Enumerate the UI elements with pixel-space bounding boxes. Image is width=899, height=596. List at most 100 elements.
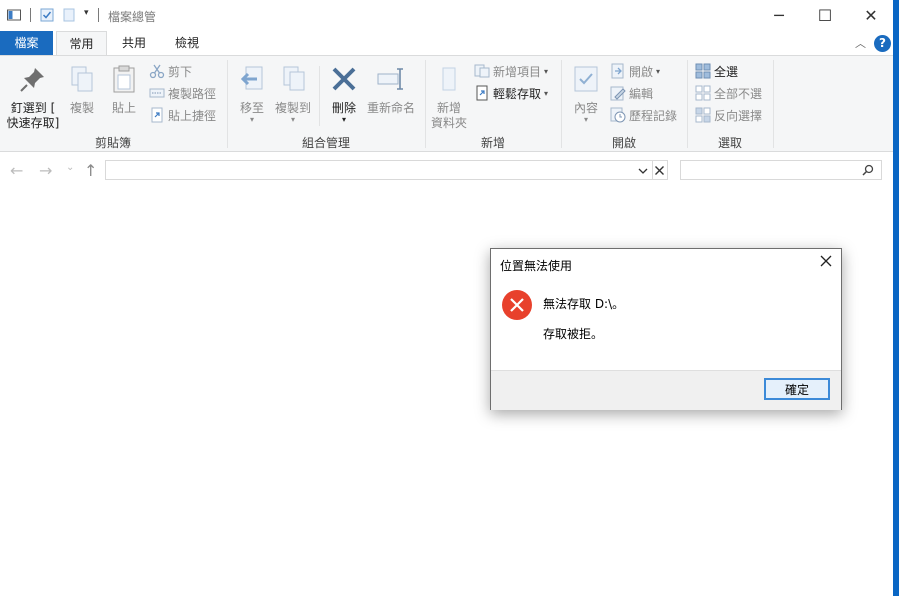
dialog-title: 位置無法使用 bbox=[500, 259, 573, 273]
cut-button[interactable]: 剪下 bbox=[149, 61, 192, 81]
easy-access-button[interactable]: 輕鬆存取 ▾ bbox=[474, 83, 548, 103]
invert-selection-label: 反向選擇 bbox=[714, 108, 763, 123]
pin-label-line2: 快速存取] bbox=[6, 116, 60, 130]
tab-view[interactable]: 檢視 bbox=[162, 31, 212, 55]
new-folder-quick-icon[interactable] bbox=[62, 8, 76, 22]
history-label: 歷程記錄 bbox=[629, 108, 678, 123]
invert-selection-icon bbox=[695, 107, 711, 123]
back-arrow-icon[interactable]: ← bbox=[10, 161, 23, 180]
chevron-down-icon: ▾ bbox=[656, 66, 661, 76]
minimize-button[interactable]: ─ bbox=[756, 0, 802, 31]
tab-share[interactable]: 共用 bbox=[110, 31, 158, 55]
recent-locations-icon[interactable]: ⌄ bbox=[66, 162, 74, 173]
properties-icon bbox=[574, 66, 598, 92]
close-window-button[interactable]: ✕ bbox=[848, 0, 894, 31]
rename-label: 重新命名 bbox=[366, 101, 415, 115]
delete-button[interactable]: 刪除 ▾ bbox=[326, 60, 362, 124]
search-icon bbox=[862, 164, 874, 176]
collapse-ribbon-icon[interactable]: ︿ bbox=[855, 35, 866, 51]
select-all-button[interactable]: 全選 bbox=[695, 61, 738, 81]
new-folder-label-line1: 新增 bbox=[436, 101, 461, 115]
customize-quick-access-icon[interactable]: ▾ bbox=[84, 8, 89, 18]
forward-arrow-icon[interactable]: → bbox=[39, 161, 52, 180]
history-button[interactable]: 歷程記錄 bbox=[610, 105, 677, 125]
pin-to-quick-access-button[interactable]: 釘選到 [ 快速存取] bbox=[4, 60, 62, 131]
rename-button[interactable]: 重新命名 bbox=[364, 60, 418, 116]
group-label-open: 開啟 bbox=[611, 136, 636, 150]
open-label: 開啟 bbox=[629, 64, 654, 79]
pin-label-line1: 釘選到 [ bbox=[10, 101, 56, 115]
error-x-icon bbox=[510, 298, 524, 312]
delete-label: 刪除 bbox=[331, 101, 356, 115]
chevron-down-icon: ▾ bbox=[544, 88, 549, 98]
move-to-button[interactable]: 移至 ▾ bbox=[234, 60, 270, 124]
chevron-down-icon[interactable] bbox=[637, 166, 649, 176]
select-none-label: 全部不選 bbox=[714, 86, 763, 101]
maximize-button[interactable]: ☐ bbox=[802, 0, 848, 31]
ok-button[interactable]: 確定 bbox=[764, 378, 830, 400]
open-button[interactable]: 開啟 ▾ bbox=[610, 61, 660, 81]
move-to-label: 移至 bbox=[239, 101, 264, 115]
move-to-icon bbox=[240, 66, 263, 90]
copy-to-label: 複製到 bbox=[274, 101, 311, 115]
divider bbox=[319, 66, 320, 126]
properties-button[interactable]: 內容 ▾ bbox=[568, 60, 604, 124]
paste-button[interactable]: 貼上 bbox=[106, 60, 142, 116]
new-folder-label-line2: 資料夾 bbox=[430, 116, 467, 130]
cut-label: 剪下 bbox=[168, 64, 193, 79]
select-all-label: 全選 bbox=[714, 64, 739, 79]
divider bbox=[30, 8, 31, 22]
help-icon[interactable]: ? bbox=[874, 35, 891, 52]
properties-label: 內容 bbox=[573, 101, 598, 115]
new-folder-icon bbox=[442, 67, 456, 91]
open-icon bbox=[611, 63, 624, 79]
copy-to-icon bbox=[283, 66, 305, 91]
edit-pencil-icon bbox=[610, 86, 626, 101]
paste-label: 貼上 bbox=[111, 101, 136, 115]
select-none-icon bbox=[695, 85, 711, 101]
easy-access-icon bbox=[476, 85, 488, 101]
dialog-detail: 存取被拒。 bbox=[543, 327, 604, 341]
address-bar[interactable] bbox=[105, 160, 668, 180]
divider bbox=[773, 60, 774, 148]
select-none-button[interactable]: 全部不選 bbox=[695, 83, 762, 103]
properties-quick-icon[interactable] bbox=[40, 8, 54, 22]
invert-selection-button[interactable]: 反向選擇 bbox=[695, 105, 762, 125]
tab-home[interactable]: 常用 bbox=[56, 31, 107, 55]
group-label-organize: 組合管理 bbox=[301, 136, 350, 150]
group-label-new: 新增 bbox=[480, 136, 505, 150]
paste-shortcut-button[interactable]: 貼上捷徑 bbox=[149, 105, 216, 125]
copy-path-icon bbox=[149, 88, 165, 98]
title-bar: ▾ 檔案總管 ─ ☐ ✕ bbox=[0, 0, 893, 31]
window-title: 檔案總管 bbox=[108, 10, 157, 24]
clear-address-icon[interactable] bbox=[654, 165, 665, 176]
edit-label: 編輯 bbox=[629, 86, 654, 101]
dialog-close-icon[interactable] bbox=[819, 253, 833, 272]
rename-icon bbox=[377, 68, 403, 90]
divider bbox=[98, 8, 99, 22]
new-item-icon bbox=[474, 64, 490, 78]
ribbon-tabs: 檔案 常用 共用 檢視 ︿ ? bbox=[0, 31, 893, 55]
navigation-bar: ← → ⌄ ↑ bbox=[0, 152, 893, 188]
tab-file[interactable]: 檔案 bbox=[0, 31, 53, 55]
edit-button[interactable]: 編輯 bbox=[610, 83, 653, 103]
chevron-down-icon: ▾ bbox=[544, 66, 549, 76]
new-item-label: 新增項目 bbox=[493, 64, 542, 79]
copy-path-label: 複製路徑 bbox=[168, 86, 217, 101]
new-folder-button[interactable]: 新增 資料夾 bbox=[428, 60, 470, 131]
paste-shortcut-icon bbox=[151, 107, 163, 123]
copy-path-button[interactable]: 複製路徑 bbox=[149, 83, 216, 103]
up-arrow-icon[interactable]: ↑ bbox=[84, 161, 97, 180]
explorer-window-icon bbox=[7, 9, 21, 21]
delete-x-icon bbox=[332, 67, 356, 91]
ribbon: 釘選到 [ 快速存取] 複製 貼上 剪下 複製路徑 貼上捷徑 剪貼簿 移至 ▾ … bbox=[0, 55, 893, 152]
copy-button[interactable]: 複製 bbox=[64, 60, 100, 116]
select-all-icon bbox=[695, 63, 711, 79]
new-item-button[interactable]: 新增項目 ▾ bbox=[474, 61, 548, 81]
error-icon bbox=[502, 290, 532, 320]
group-label-clipboard: 剪貼簿 bbox=[94, 136, 131, 150]
copy-to-button[interactable]: 複製到 ▾ bbox=[272, 60, 314, 124]
group-label-select: 選取 bbox=[717, 136, 742, 150]
search-input[interactable] bbox=[680, 160, 882, 180]
close-icon bbox=[820, 255, 832, 267]
